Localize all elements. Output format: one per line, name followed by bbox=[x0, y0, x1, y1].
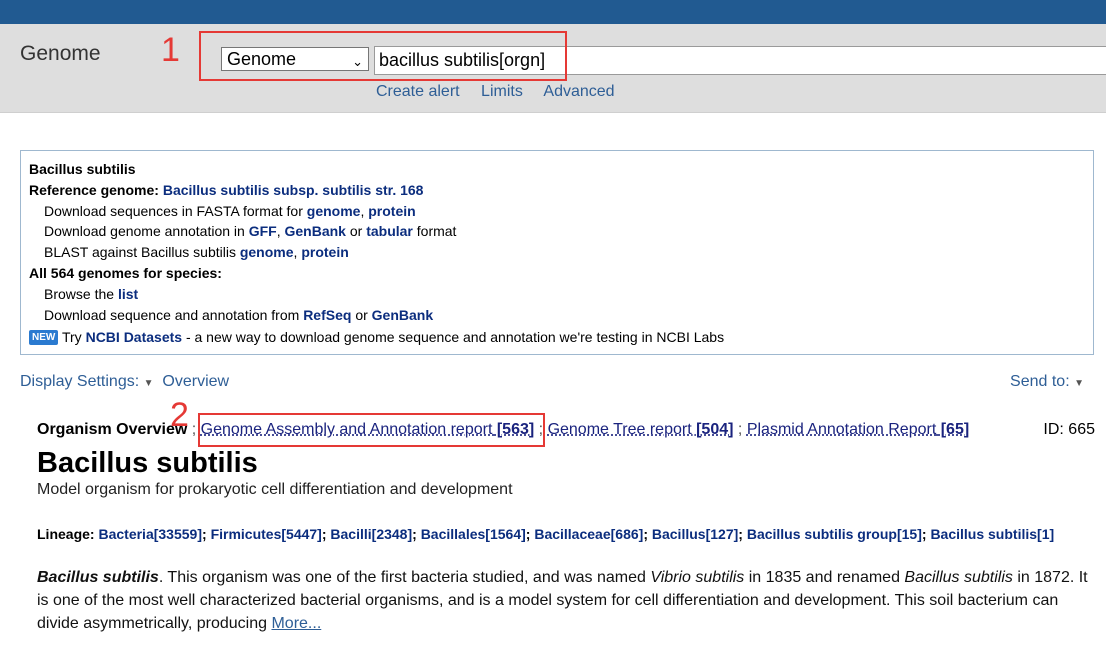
refseq-link[interactable]: RefSeq bbox=[303, 307, 351, 323]
caret-down-icon: ▼ bbox=[1074, 378, 1084, 389]
annotation-box-2 bbox=[198, 413, 545, 447]
lineage-item[interactable]: Bacillus[127] bbox=[652, 526, 738, 542]
separator: ; bbox=[191, 421, 197, 438]
ncbi-datasets-link[interactable]: NCBI Datasets bbox=[86, 329, 182, 345]
blast-prefix: BLAST against Bacillus subtilis bbox=[44, 244, 236, 261]
reference-genome-link[interactable]: Bacillus subtilis subsp. subtilis str. 1… bbox=[163, 182, 424, 198]
lineage-item[interactable]: Bacilli[2348] bbox=[330, 526, 412, 542]
plasmid-report-link[interactable]: Plasmid Annotation Report [65] bbox=[747, 421, 969, 438]
description-italic: Vibrio subtilis bbox=[650, 569, 745, 586]
tree-report-text: Genome Tree report bbox=[547, 421, 692, 438]
separator: ; bbox=[737, 421, 743, 438]
lineage-item-count: [1] bbox=[1037, 526, 1055, 542]
annotation-box-1 bbox=[199, 31, 567, 81]
all-genomes-label: All 564 genomes for species: bbox=[29, 264, 222, 281]
lineage-item[interactable]: Bacteria[33559] bbox=[98, 526, 202, 542]
fasta-protein-link[interactable]: protein bbox=[368, 203, 415, 219]
tree-report-link[interactable]: Genome Tree report [504] bbox=[548, 421, 734, 438]
lineage: Lineage: Bacteria[33559]; Firmicutes[544… bbox=[37, 526, 1055, 542]
top-banner bbox=[0, 0, 1106, 24]
display-settings-row: Display Settings: ▼ Overview Send to: ▼ bbox=[20, 373, 1094, 391]
create-alert-link[interactable]: Create alert bbox=[376, 83, 460, 100]
plasmid-report-count: [65] bbox=[940, 421, 970, 438]
caret-down-icon: ▼ bbox=[143, 378, 154, 389]
lineage-item-count: [686] bbox=[610, 526, 644, 542]
annotation-label-1: 1 bbox=[161, 31, 180, 69]
annotation-prefix: Download genome annotation in bbox=[44, 223, 245, 240]
organism-overview-row: Organism Overview ; Genome Assembly and … bbox=[37, 421, 1097, 439]
description-italic: Bacillus subtilis bbox=[904, 569, 1013, 586]
tabular-link[interactable]: tabular bbox=[366, 223, 413, 239]
lineage-item-count: [1564] bbox=[485, 526, 526, 542]
datasets-line: NEW Try NCBI Datasets - a new way to dow… bbox=[29, 327, 1085, 348]
organism-description: Bacillus subtilis. This organism was one… bbox=[37, 566, 1097, 635]
send-to-menu[interactable]: Send to: ▼ bbox=[1010, 373, 1084, 391]
lineage-item-name: Firmicutes bbox=[210, 526, 282, 542]
lineage-item[interactable]: Firmicutes[5447] bbox=[211, 526, 322, 542]
organism-id: ID: 665 bbox=[1043, 421, 1095, 438]
organism-overview-label: Organism Overview bbox=[37, 421, 188, 438]
lineage-item-count: [5447] bbox=[281, 526, 322, 542]
browse-list-link[interactable]: list bbox=[118, 286, 138, 302]
lineage-item-name: Bacilli bbox=[330, 526, 372, 542]
lineage-item[interactable]: Bacillaceae[686] bbox=[534, 526, 643, 542]
lineage-item-count: [33559] bbox=[153, 526, 202, 542]
browse-line: Browse the list bbox=[29, 284, 1085, 305]
reference-genome-label: Reference genome: bbox=[29, 181, 159, 198]
description-text: in 1835 and renamed bbox=[744, 569, 905, 586]
search-links: Create alert Limits Advanced bbox=[376, 83, 632, 101]
genome-info-box: Bacillus subtilis Reference genome: Baci… bbox=[20, 150, 1094, 355]
blast-protein-link[interactable]: protein bbox=[301, 244, 348, 260]
lineage-item-name: Bacillaceae bbox=[534, 526, 611, 542]
genbank-download-link[interactable]: GenBank bbox=[372, 307, 433, 323]
datasets-suffix: - a new way to download genome sequence … bbox=[185, 329, 725, 346]
lineage-item-count: [15] bbox=[896, 526, 922, 542]
annotation-download-line: Download genome annotation in GFF, GenBa… bbox=[44, 223, 457, 240]
species-name: Bacillus subtilis bbox=[29, 161, 136, 177]
refseq-download-line: Download sequence and annotation from Re… bbox=[29, 305, 1085, 326]
more-link[interactable]: More... bbox=[271, 615, 321, 632]
description-name: Bacillus subtilis bbox=[37, 569, 159, 586]
plasmid-report-text: Plasmid Annotation Report bbox=[746, 421, 937, 438]
display-overview-value[interactable]: Overview bbox=[162, 373, 229, 390]
description-text: . This organism was one of the first bac… bbox=[158, 569, 651, 586]
fasta-download-line: Download sequences in FASTA format for g… bbox=[44, 202, 416, 219]
lineage-item[interactable]: Bacillus subtilis group[15] bbox=[747, 526, 922, 542]
blast-genome-link[interactable]: genome bbox=[240, 244, 294, 260]
gff-link[interactable]: GFF bbox=[249, 223, 277, 239]
browse-prefix: Browse the bbox=[44, 285, 115, 302]
database-title: Genome bbox=[20, 42, 101, 65]
annotation-or: or bbox=[349, 223, 363, 240]
reference-genome-line: Reference genome: Bacillus subtilis subs… bbox=[29, 180, 1085, 201]
lineage-item-name: Bacillus subtilis group bbox=[746, 526, 897, 542]
lineage-item[interactable]: Bacillales[1564] bbox=[421, 526, 526, 542]
lineage-item-name: Bacillus bbox=[651, 526, 706, 542]
lineage-item-name: Bacteria bbox=[98, 526, 154, 542]
fasta-genome-link[interactable]: genome bbox=[307, 203, 361, 219]
try-prefix: Try bbox=[61, 329, 82, 346]
new-badge: NEW bbox=[29, 330, 59, 346]
annotation-label-2: 2 bbox=[170, 396, 189, 434]
lineage-item-count: [2348] bbox=[371, 526, 413, 542]
genbank-link[interactable]: GenBank bbox=[284, 223, 345, 239]
lineage-item-count: [127] bbox=[705, 526, 739, 542]
lineage-item-name: Bacillus subtilis bbox=[930, 526, 1038, 542]
download-prefix: Download sequence and annotation from bbox=[44, 306, 300, 323]
lineage-item-name: Bacillales bbox=[420, 526, 486, 542]
lineage-item[interactable]: Bacillus subtilis[1] bbox=[930, 526, 1054, 542]
lineage-label: Lineage: bbox=[37, 526, 95, 542]
tree-report-count: [504] bbox=[696, 421, 734, 438]
blast-line: BLAST against Bacillus subtilis genome, … bbox=[44, 244, 349, 261]
advanced-link[interactable]: Advanced bbox=[543, 83, 614, 100]
limits-link[interactable]: Limits bbox=[481, 83, 523, 100]
fasta-prefix: Download sequences in FASTA format for bbox=[44, 202, 303, 219]
download-or: or bbox=[355, 306, 368, 323]
display-settings-toggle[interactable]: Display Settings: ▼ bbox=[20, 373, 154, 390]
organism-subtitle: Model organism for prokaryotic cell diff… bbox=[37, 481, 513, 498]
send-to-label: Send to: bbox=[1010, 373, 1070, 390]
display-settings-label: Display Settings: bbox=[20, 373, 140, 390]
annotation-suffix: format bbox=[416, 223, 457, 240]
organism-title: Bacillus subtilis bbox=[37, 447, 258, 479]
